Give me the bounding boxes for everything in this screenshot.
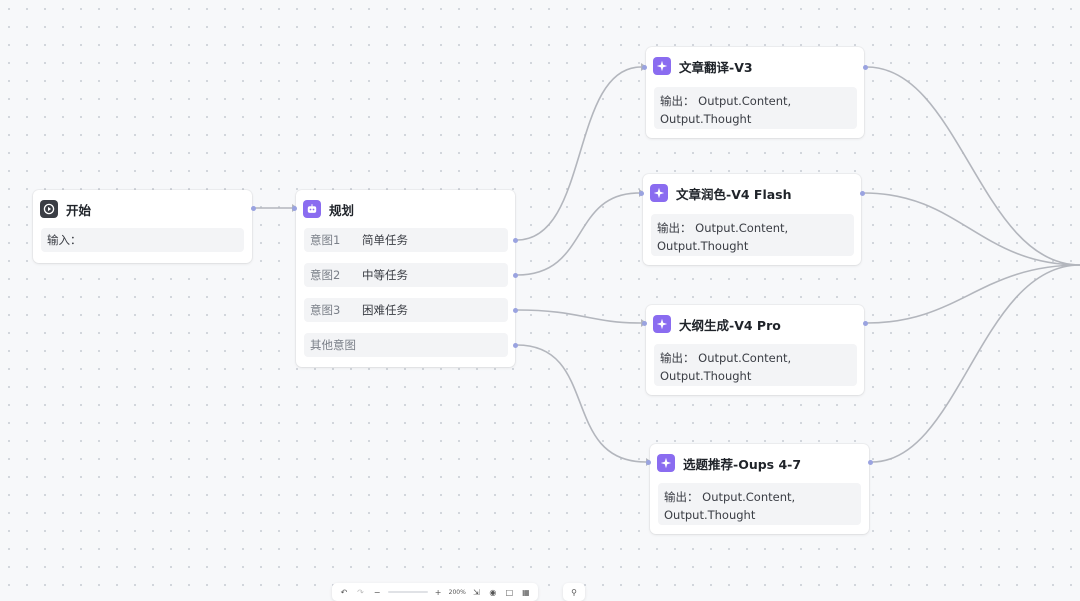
intent-row-3[interactable]: 意图3 困难任务	[304, 298, 508, 322]
translate-output-field: 输出： Output.Content, Output.Thought	[654, 87, 857, 129]
polish-output-field: 输出： Output.Content, Output.Thought	[651, 214, 854, 256]
polish-input-handle[interactable]	[639, 191, 644, 196]
output-line: 输出： Output.Content,	[664, 490, 796, 504]
intent-value: 中等任务	[362, 268, 408, 282]
intent-value: 困难任务	[362, 303, 408, 317]
outline-node-title: 大纲生成-V4 Pro	[679, 317, 781, 333]
start-input-field: 输入：	[41, 228, 244, 252]
output-line: 输出： Output.Content,	[657, 221, 789, 235]
edge-polish-out	[863, 192, 1080, 266]
outline-output-field: 输出： Output.Content, Output.Thought	[654, 344, 857, 386]
note-icon[interactable]: □	[503, 586, 515, 598]
polish-output-handle[interactable]	[860, 191, 865, 196]
start-node[interactable]: 开始 输入：	[33, 190, 252, 263]
sparkle-icon	[650, 184, 668, 202]
translate-node-title: 文章翻译-V3	[679, 59, 753, 75]
intent-key: 意图3	[310, 303, 341, 317]
bulb-icon[interactable]: ⚲	[563, 583, 585, 601]
redo-icon[interactable]: ↷	[355, 586, 367, 598]
edge-intent1-translate	[516, 66, 642, 241]
intent-row-1[interactable]: 意图1 简单任务	[304, 228, 508, 252]
topic-node[interactable]: 选题推荐-Oups 4-7 输出： Output.Content, Output…	[650, 444, 869, 534]
intent-key: 意图2	[310, 268, 341, 282]
edge-intent2-polish	[516, 192, 640, 276]
translate-node[interactable]: 文章翻译-V3 输出： Output.Content, Output.Thoug…	[646, 47, 864, 138]
translate-input-handle[interactable]	[642, 65, 647, 70]
outline-input-handle[interactable]	[642, 321, 647, 326]
zoom-slider[interactable]	[387, 591, 428, 593]
output-line: Output.Thought	[660, 112, 752, 126]
eye-icon[interactable]: ◉	[487, 586, 499, 598]
topic-node-header: 选题推荐-Oups 4-7	[657, 454, 801, 472]
planner-input-handle[interactable]	[292, 206, 297, 211]
intent-value: 简单任务	[362, 233, 408, 247]
intent-other-handle[interactable]	[513, 343, 518, 348]
sparkle-icon	[653, 315, 671, 333]
topic-input-handle[interactable]	[646, 460, 651, 465]
start-output-handle[interactable]	[251, 206, 256, 211]
edge-translate-out	[866, 66, 1080, 266]
topic-output-handle[interactable]	[868, 460, 873, 465]
translate-output-handle[interactable]	[863, 65, 868, 70]
output-line: 输出： Output.Content,	[660, 94, 792, 108]
outline-output-handle[interactable]	[863, 321, 868, 326]
grid-icon[interactable]: ▦	[520, 586, 532, 598]
zoom-in-icon[interactable]: +	[432, 586, 444, 598]
output-line: Output.Thought	[660, 369, 752, 383]
topic-output-field: 输出： Output.Content, Output.Thought	[658, 483, 861, 525]
intent-row-other[interactable]: 其他意图	[304, 333, 508, 357]
fit-view-icon[interactable]: ⇲	[470, 586, 482, 598]
polish-node-title: 文章润色-V4 Flash	[676, 186, 792, 202]
robot-icon	[303, 200, 321, 218]
play-icon	[40, 200, 58, 218]
intent-3-handle[interactable]	[513, 308, 518, 313]
outline-node-header: 大纲生成-V4 Pro	[653, 315, 781, 333]
start-input-label: 输入：	[47, 233, 82, 247]
edge-outline-out	[866, 264, 1080, 324]
zoom-level: 200%	[448, 588, 466, 596]
translate-node-header: 文章翻译-V3	[653, 57, 753, 75]
polish-node-header: 文章润色-V4 Flash	[650, 184, 792, 202]
planner-node[interactable]: 规划 意图1 简单任务 意图2 中等任务 意图3 困难任务 其他意图	[296, 190, 515, 367]
sparkle-icon	[653, 57, 671, 75]
canvas-toolbar: ↶ ↷ − + 200% ⇲ ◉ □ ▦	[332, 583, 538, 601]
start-node-header: 开始	[40, 200, 91, 218]
intent-2-handle[interactable]	[513, 273, 518, 278]
edge-topic-out	[871, 264, 1080, 463]
output-line: Output.Thought	[657, 239, 749, 253]
edge-intent3-outline	[516, 309, 642, 324]
polish-node[interactable]: 文章润色-V4 Flash 输出： Output.Content, Output…	[643, 174, 861, 265]
undo-icon[interactable]: ↶	[338, 586, 350, 598]
edge-other-topic	[516, 344, 647, 463]
output-line: Output.Thought	[664, 508, 756, 522]
sparkle-icon	[657, 454, 675, 472]
intent-key: 意图1	[310, 233, 341, 247]
zoom-out-icon[interactable]: −	[371, 586, 383, 598]
planner-node-header: 规划	[303, 200, 354, 218]
topic-node-title: 选题推荐-Oups 4-7	[683, 456, 802, 472]
outline-node[interactable]: 大纲生成-V4 Pro 输出： Output.Content, Output.T…	[646, 305, 864, 395]
output-line: 输出： Output.Content,	[660, 351, 792, 365]
intent-key: 其他意图	[310, 338, 356, 352]
intent-1-handle[interactable]	[513, 238, 518, 243]
planner-node-title: 规划	[329, 202, 355, 218]
intent-row-2[interactable]: 意图2 中等任务	[304, 263, 508, 287]
start-node-title: 开始	[66, 202, 92, 218]
edges-layer	[255, 63, 1080, 466]
